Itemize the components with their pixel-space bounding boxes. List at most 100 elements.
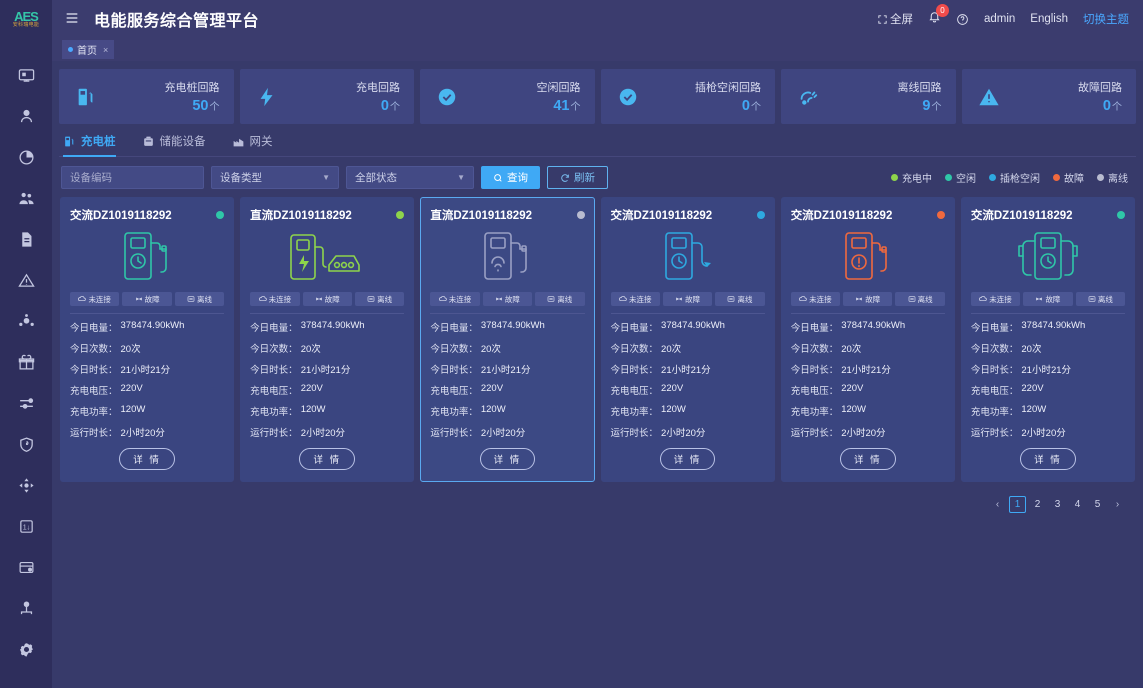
page-tag-home[interactable]: 首页 × [62, 40, 115, 59]
pagination-page-5[interactable]: 5 [1089, 496, 1106, 513]
sidebar-item-user[interactable] [0, 96, 52, 137]
stat-card-charging-circuits[interactable]: 充电回路 0个 [239, 69, 414, 124]
device-name: 交流DZ1019118292 [610, 210, 713, 222]
card-footer: 详 情 [611, 448, 765, 470]
legend-label: 离线 [1108, 174, 1128, 185]
pagination-prev[interactable]: ‹ [989, 496, 1006, 513]
pagination-next[interactable]: › [1109, 496, 1126, 513]
device-card[interactable]: 直流DZ1019118292 未连接 故障 离线 今日电量： 378474.90kWh 今日… [240, 197, 415, 482]
card-footer: 详 情 [791, 448, 945, 470]
refresh-button[interactable]: 刷新 [547, 166, 608, 189]
device-card[interactable]: 交流DZ1019118292 未连接 故障 离线 今日电量： 378474.90kWh 今日… [60, 197, 235, 482]
stat-card-plugged-idle-circuits[interactable]: 插枪空闲回路 0个 [600, 69, 775, 124]
device-type-select[interactable]: 设备类型 ▼ [211, 166, 339, 189]
sidebar-item-config[interactable] [0, 383, 52, 424]
card-tag-1[interactable]: 故障 [662, 292, 713, 306]
card-tag-2[interactable]: 离线 [174, 292, 225, 306]
sidebar-item-group[interactable] [0, 178, 52, 219]
card-tag-1[interactable]: 故障 [843, 292, 893, 306]
org-tree-icon [18, 600, 35, 617]
stat-number: 9 [922, 98, 931, 114]
pagination-page-3[interactable]: 3 [1049, 496, 1066, 513]
sidebar-item-monitor[interactable] [0, 55, 52, 96]
language-switch[interactable]: English [1030, 13, 1068, 25]
device-card[interactable]: 交流DZ1019118292 未连接 故障 离线 今日电量： 378474.90kWh 今日… [960, 197, 1136, 482]
status-select[interactable]: 全部状态 ▼ [346, 166, 474, 189]
card-field-value: 120W [661, 403, 686, 415]
sidebar-item-settings[interactable] [0, 629, 52, 670]
card-tag-2[interactable]: 离线 [1075, 292, 1126, 306]
detail-button[interactable]: 详 情 [119, 448, 175, 470]
card-field-energy: 今日电量： 378474.90kWh [70, 316, 224, 337]
card-tag-0[interactable]: 未连接 [610, 292, 660, 306]
detail-button[interactable]: 详 情 [839, 448, 896, 470]
card-tag-2[interactable]: 离线 [535, 292, 585, 306]
card-tag-0[interactable]: 未连接 [970, 292, 1021, 306]
card-tag-1[interactable]: 故障 [302, 292, 352, 306]
card-footer: 详 情 [971, 448, 1125, 470]
check-circle-icon [436, 86, 458, 108]
card-tag-1[interactable]: 故障 [482, 292, 533, 306]
device-name: 直流DZ1019118292 [430, 210, 532, 222]
sidebar-item-statistics[interactable] [0, 137, 52, 178]
stat-label: 离线回路 [897, 82, 942, 94]
card-tag-0[interactable]: 未连接 [250, 292, 300, 306]
legend-item-plugged-idle: 插枪空闲 [989, 170, 1040, 185]
device-card[interactable]: 交流DZ1019118292 未连接 故障 离线 今日电量： 378474.90kWh 今日… [780, 197, 955, 482]
wrench-icon [315, 295, 323, 303]
card-tag-0[interactable]: 未连接 [70, 292, 120, 306]
search-input[interactable] [61, 166, 204, 189]
sidebar-item-billing[interactable] [0, 547, 52, 588]
stat-card-idle-circuits[interactable]: 空闲回路 41个 [420, 69, 595, 124]
bolt-icon [256, 86, 278, 108]
card-tag-label: 故障 [324, 294, 340, 304]
detail-button[interactable]: 详 情 [1020, 448, 1076, 470]
gear-node-icon [18, 313, 35, 330]
sidebar-item-security[interactable] [0, 424, 52, 465]
sidebar-item-topology[interactable] [0, 465, 52, 506]
notification-button[interactable]: 0 [928, 4, 949, 28]
tab-gateway[interactable]: 网关 [232, 133, 273, 157]
card-field-value: 20次 [841, 343, 862, 355]
detail-button[interactable]: 详 情 [479, 448, 536, 470]
sidebar-item-meter[interactable]: 1↓ [0, 506, 52, 547]
stat-card-charging-pile-circuits[interactable]: 充电桩回路 50个 [59, 69, 234, 124]
card-tag-1[interactable]: 故障 [122, 292, 172, 306]
stat-number: 0 [380, 98, 389, 114]
card-tag-0[interactable]: 未连接 [790, 292, 841, 306]
stat-card-offline-circuits[interactable]: 离线回路 9个 [781, 69, 956, 124]
theme-switch[interactable]: 切换主题 [1083, 11, 1129, 27]
pagination-page-2[interactable]: 2 [1029, 496, 1046, 513]
tab-storage-device[interactable]: 储能设备 [142, 133, 206, 157]
detail-button[interactable]: 详 情 [659, 448, 716, 470]
card-tag-2[interactable]: 离线 [715, 292, 765, 306]
help-button[interactable] [956, 13, 969, 26]
fullscreen-button[interactable]: 全屏 [877, 11, 913, 27]
sidebar-item-gift[interactable] [0, 342, 52, 383]
pagination-page-4[interactable]: 4 [1069, 496, 1086, 513]
close-icon[interactable]: × [103, 45, 108, 55]
device-card[interactable]: 直流DZ1019118292 未连接 故障 离线 今日电量： 378474.90kWh 今日… [420, 197, 595, 482]
sidebar-item-report[interactable] [0, 219, 52, 260]
card-field-list: 今日电量： 378474.90kWh 今日次数： 20次 今日时长： 21小时21分 充电电… [250, 316, 404, 442]
search-button[interactable]: 查询 [481, 166, 540, 189]
card-tag-1[interactable]: 故障 [1023, 292, 1073, 306]
wrench-icon [495, 295, 503, 303]
pagination-page-1[interactable]: 1 [1009, 496, 1026, 513]
svg-text:1↓: 1↓ [22, 523, 29, 531]
detail-button[interactable]: 详 情 [299, 448, 356, 470]
hamburger-icon[interactable] [64, 10, 80, 28]
sidebar-item-alarm[interactable] [0, 260, 52, 301]
card-tag-2[interactable]: 离线 [895, 292, 945, 306]
stat-card-fault-circuits[interactable]: 故障回路 0个 [961, 69, 1136, 124]
device-card[interactable]: 交流DZ1019118292 未连接 故障 离线 今日电量： 378474.90kWh 今日… [600, 197, 775, 482]
sidebar-item-device[interactable] [0, 301, 52, 342]
move-icon [18, 477, 35, 494]
user-menu[interactable]: admin [984, 13, 1015, 25]
tab-charging-pile[interactable]: 充电桩 [63, 133, 116, 157]
card-tag-0[interactable]: 未连接 [430, 292, 480, 306]
sidebar-item-org[interactable] [0, 588, 52, 629]
charging-pile-illustration-icon [70, 226, 224, 288]
card-tag-2[interactable]: 离线 [354, 292, 405, 306]
stat-label: 充电回路 [356, 82, 400, 94]
